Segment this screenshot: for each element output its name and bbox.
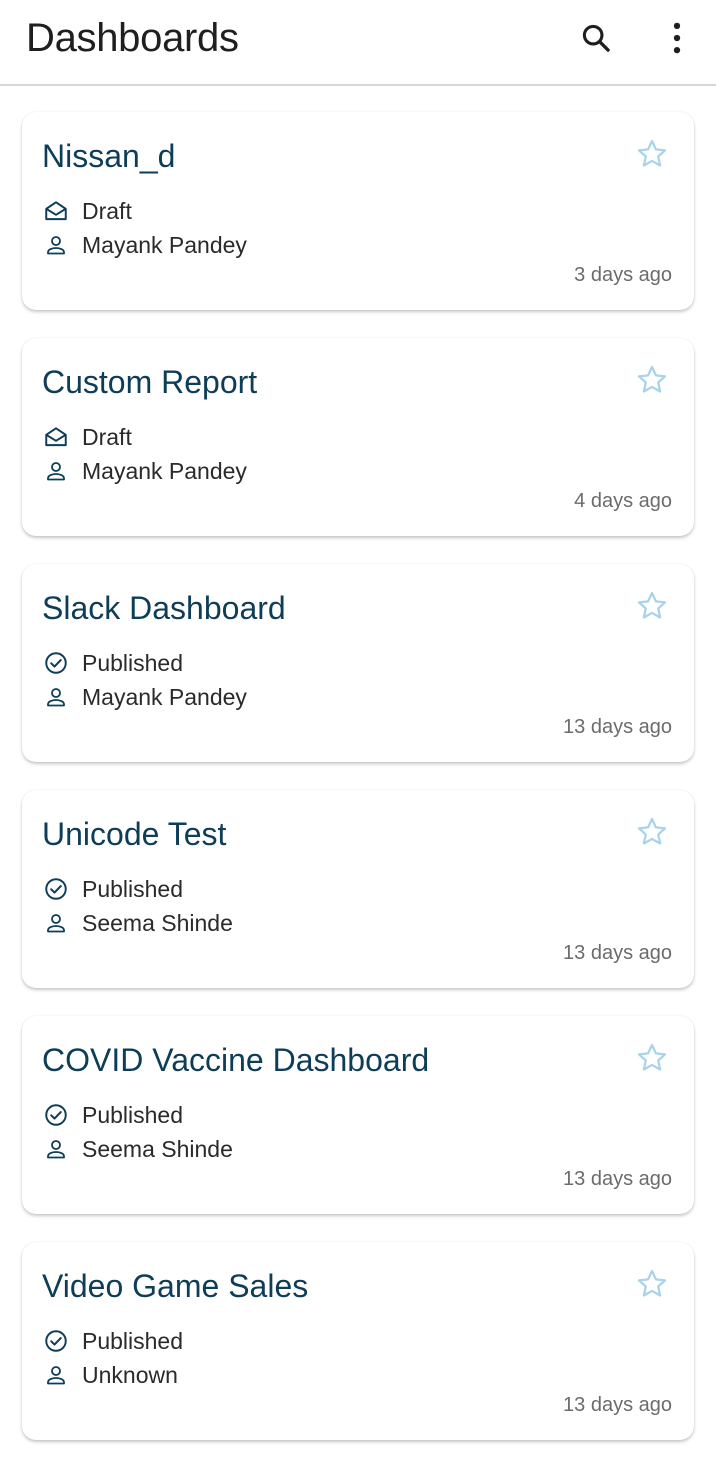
- status-label: Draft: [82, 197, 132, 224]
- dashboard-card[interactable]: Custom Report Draft Mayank Pandey 4 days…: [22, 338, 694, 536]
- owner-row: Mayank Pandey: [42, 456, 247, 486]
- favorite-button[interactable]: [634, 138, 670, 174]
- owner-name: Unknown: [82, 1361, 178, 1388]
- check-circle-icon: [42, 649, 70, 677]
- person-icon: [42, 1135, 70, 1163]
- updated-time: 3 days ago: [574, 264, 672, 286]
- star-outline-icon: [635, 815, 669, 854]
- person-icon: [42, 909, 70, 937]
- dashboard-card[interactable]: Video Game Sales Published Unknown 13 da…: [22, 1242, 694, 1440]
- more-options-button[interactable]: [649, 12, 705, 68]
- dashboard-card[interactable]: COVID Vaccine Dashboard Published Seema …: [22, 1016, 694, 1214]
- favorite-button[interactable]: [634, 816, 670, 852]
- star-outline-icon: [635, 589, 669, 628]
- dashboard-title: Nissan_d: [42, 138, 176, 174]
- updated-time: 13 days ago: [563, 716, 672, 738]
- status-label: Published: [82, 649, 184, 676]
- dashboard-title: Custom Report: [42, 364, 258, 400]
- person-icon: [42, 231, 70, 259]
- dashboard-card[interactable]: Unicode Test Published Seema Shinde 13 d…: [22, 790, 694, 988]
- search-icon: [579, 21, 613, 60]
- status-row: Published: [42, 1326, 183, 1356]
- check-circle-icon: [42, 875, 70, 903]
- status-label: Draft: [82, 423, 132, 450]
- owner-row: Unknown: [42, 1360, 178, 1390]
- dashboard-title: Unicode Test: [42, 816, 227, 852]
- dashboard-title: COVID Vaccine Dashboard: [42, 1042, 430, 1078]
- favorite-button[interactable]: [634, 590, 670, 626]
- favorite-button[interactable]: [634, 1042, 670, 1078]
- dashboard-card[interactable]: Nissan_d Draft Mayank Pandey 3 days ago: [22, 112, 694, 310]
- person-icon: [42, 457, 70, 485]
- owner-name: Mayank Pandey: [82, 683, 247, 710]
- owner-name: Seema Shinde: [82, 1135, 233, 1162]
- status-label: Published: [82, 875, 184, 902]
- owner-row: Mayank Pandey: [42, 230, 247, 260]
- app-bar: Dashboards: [0, 0, 716, 86]
- draft-envelope-icon: [42, 197, 70, 225]
- status-label: Published: [82, 1101, 184, 1128]
- star-outline-icon: [635, 1267, 669, 1306]
- status-row: Draft: [42, 196, 132, 226]
- dashboard-card[interactable]: Slack Dashboard Published Mayank Pandey …: [22, 564, 694, 762]
- favorite-button[interactable]: [634, 364, 670, 400]
- person-icon: [42, 683, 70, 711]
- status-row: Published: [42, 648, 183, 678]
- status-row: Published: [42, 874, 183, 904]
- check-circle-icon: [42, 1327, 70, 1355]
- dashboard-list: Nissan_d Draft Mayank Pandey 3 days ago …: [0, 112, 716, 1468]
- draft-envelope-icon: [42, 423, 70, 451]
- favorite-button[interactable]: [634, 1268, 670, 1304]
- status-row: Published: [42, 1100, 183, 1130]
- star-outline-icon: [635, 137, 669, 176]
- owner-name: Seema Shinde: [82, 909, 233, 936]
- owner-row: Seema Shinde: [42, 1134, 233, 1164]
- updated-time: 13 days ago: [563, 942, 672, 964]
- status-row: Draft: [42, 422, 132, 452]
- person-icon: [42, 1361, 70, 1389]
- star-outline-icon: [635, 1041, 669, 1080]
- updated-time: 13 days ago: [563, 1394, 672, 1416]
- search-button[interactable]: [568, 12, 624, 68]
- owner-row: Seema Shinde: [42, 908, 233, 938]
- dashboard-title: Video Game Sales: [42, 1268, 309, 1304]
- owner-row: Mayank Pandey: [42, 682, 247, 712]
- more-vertical-icon: [662, 21, 692, 60]
- owner-name: Mayank Pandey: [82, 457, 247, 484]
- dashboard-title: Slack Dashboard: [42, 590, 286, 626]
- owner-name: Mayank Pandey: [82, 231, 247, 258]
- star-outline-icon: [635, 363, 669, 402]
- page-title: Dashboards: [26, 16, 239, 60]
- status-label: Published: [82, 1327, 184, 1354]
- check-circle-icon: [42, 1101, 70, 1129]
- updated-time: 13 days ago: [563, 1168, 672, 1190]
- updated-time: 4 days ago: [574, 490, 672, 512]
